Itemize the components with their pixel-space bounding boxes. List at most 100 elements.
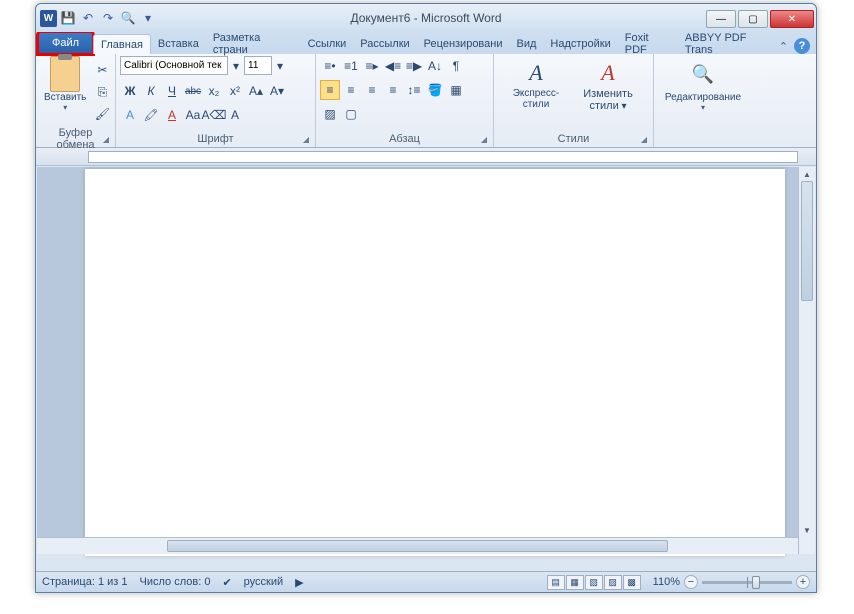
print-layout-view-icon[interactable]: ▤ [547,575,565,590]
sort-icon[interactable]: A↓ [425,56,445,76]
grow-font-icon[interactable]: A▴ [246,81,266,101]
zoom-level[interactable]: 110% [653,576,680,588]
subscript-button[interactable]: x₂ [204,81,224,101]
collapse-ribbon-icon[interactable]: ⌃ [779,40,788,53]
find-icon: 🔍 [687,58,719,90]
qat-dropdown-icon[interactable]: ▾ [139,9,157,27]
quick-styles-button[interactable]: A Экспресс-стили [504,60,568,110]
macro-icon[interactable]: ▶ [295,576,303,589]
align-center-icon[interactable]: ≡ [341,80,361,100]
outline-view-icon[interactable]: ▨ [604,575,622,590]
tab-page-layout[interactable]: Разметка страни [206,34,301,54]
tab-file[interactable]: Файл [38,32,93,54]
styles-group-label: Стили◢ [498,131,649,147]
multilevel-icon[interactable]: ≡▸ [362,56,382,76]
clipboard-launcher-icon[interactable]: ◢ [103,135,109,144]
find-qat-icon[interactable]: 🔍 [119,9,137,27]
vertical-scrollbar[interactable]: ▲ ▼ [798,167,815,554]
show-hide-icon[interactable]: ¶ [446,56,466,76]
zoom-out-button[interactable]: − [684,575,698,589]
change-styles-icon: A [601,60,614,86]
shrink-font-icon[interactable]: A▾ [267,81,287,101]
save-icon[interactable]: 💾 [59,9,77,27]
horizontal-ruler[interactable] [36,148,816,166]
text-effects-icon[interactable]: A [120,105,140,125]
copy-icon[interactable]: ⎘ [92,82,112,102]
font-name-combo[interactable] [120,56,228,75]
tab-review[interactable]: Рецензировани [417,34,510,54]
minimize-button[interactable]: — [706,10,736,28]
font-size-combo[interactable] [244,56,272,75]
redo-icon[interactable]: ↷ [99,9,117,27]
zoom-knob[interactable] [752,576,760,589]
clear-formatting-icon[interactable]: A⌫ [204,105,224,125]
scroll-down-icon[interactable]: ▼ [799,523,815,537]
highlight-color-icon[interactable]: 🖍 [141,105,161,125]
zoom-slider[interactable] [702,581,792,584]
close-button[interactable]: ✕ [770,10,814,28]
numbering-icon[interactable]: ≡1 [341,56,361,76]
decrease-indent-icon[interactable]: ◀≡ [383,56,403,76]
tab-addins[interactable]: Надстройки [543,34,617,54]
paste-button[interactable]: Вставить ▾ [40,56,90,114]
language-indicator[interactable]: русский [244,576,283,588]
align-right-icon[interactable]: ≡ [362,80,382,100]
horizontal-scrollbar[interactable] [37,537,798,554]
word-app-icon[interactable]: W [40,10,57,27]
font-launcher-icon[interactable]: ◢ [303,135,309,144]
borders-icon[interactable]: ▦ [446,80,466,100]
maximize-button[interactable]: ▢ [738,10,768,28]
scroll-up-icon[interactable]: ▲ [799,167,815,181]
italic-button[interactable]: К [141,81,161,101]
styles-launcher-icon[interactable]: ◢ [641,135,647,144]
document-area: ▲ ▼ [37,167,815,554]
font-size-dropdown-icon[interactable]: ▾ [274,56,286,76]
cut-icon[interactable]: ✂ [92,60,112,80]
format-painter-icon[interactable]: 🖌 [92,104,112,124]
fullscreen-view-icon[interactable]: ▦ [566,575,584,590]
clipboard-group-label: Буфер обмена◢ [40,131,111,147]
strike-button[interactable]: abc [183,81,203,101]
group-paragraph: ≡• ≡1 ≡▸ ◀≡ ≡▶ A↓ ¶ ≡ ≡ ≡ ≡ ↕≡ 🪣 ▦ [316,54,494,147]
tab-home[interactable]: Главная [93,34,151,54]
styles-preview-icon: A [529,60,542,86]
increase-indent-icon[interactable]: ≡▶ [404,56,424,76]
paragraph-launcher-icon[interactable]: ◢ [481,135,487,144]
fill-icon[interactable]: ▨ [320,104,340,124]
tab-insert[interactable]: Вставка [151,34,206,54]
editing-button[interactable]: 🔍 Редактирование ▾ [658,56,748,114]
word-count[interactable]: Число слов: 0 [140,576,211,588]
font-name-dropdown-icon[interactable]: ▾ [230,56,242,76]
hscroll-thumb[interactable] [167,540,668,552]
tab-abbyy[interactable]: ABBYY PDF Trans [678,34,779,54]
vscroll-thumb[interactable] [801,181,813,301]
group-clipboard: Вставить ▾ ✂ ⎘ 🖌 Буфер обмена◢ [36,54,116,147]
line-spacing-icon[interactable]: ↕≡ [404,80,424,100]
tab-mailings[interactable]: Рассылки [353,34,416,54]
help-icon[interactable]: ? [794,38,810,54]
bold-button[interactable]: Ж [120,81,140,101]
tab-foxit[interactable]: Foxit PDF [618,34,678,54]
bullets-icon[interactable]: ≡• [320,56,340,76]
page-indicator[interactable]: Страница: 1 из 1 [42,576,128,588]
draft-view-icon[interactable]: ▩ [623,575,641,590]
align-left-icon[interactable]: ≡ [320,80,340,100]
character-border-icon[interactable]: A [225,105,245,125]
shading-icon[interactable]: 🪣 [425,80,445,100]
tab-view[interactable]: Вид [510,34,544,54]
justify-icon[interactable]: ≡ [383,80,403,100]
document-page[interactable] [85,169,785,556]
web-view-icon[interactable]: ▧ [585,575,603,590]
app-window: W 💾 ↶ ↷ 🔍 ▾ Документ6 - Microsoft Word —… [35,3,817,593]
ribbon-tabs: Файл Главная Вставка Разметка страни Ссы… [36,32,816,54]
spellcheck-icon[interactable]: ✔ [222,576,231,589]
change-styles-button[interactable]: A Изменить стили ▾ [576,60,640,112]
tab-references[interactable]: Ссылки [301,34,354,54]
font-color-icon[interactable]: A [162,105,182,125]
zoom-in-button[interactable]: + [796,575,810,589]
superscript-button[interactable]: x² [225,81,245,101]
undo-icon[interactable]: ↶ [79,9,97,27]
underline-button[interactable]: Ч [162,81,182,101]
change-case-icon[interactable]: Aa [183,105,203,125]
para-border-icon[interactable]: ▢ [341,104,361,124]
